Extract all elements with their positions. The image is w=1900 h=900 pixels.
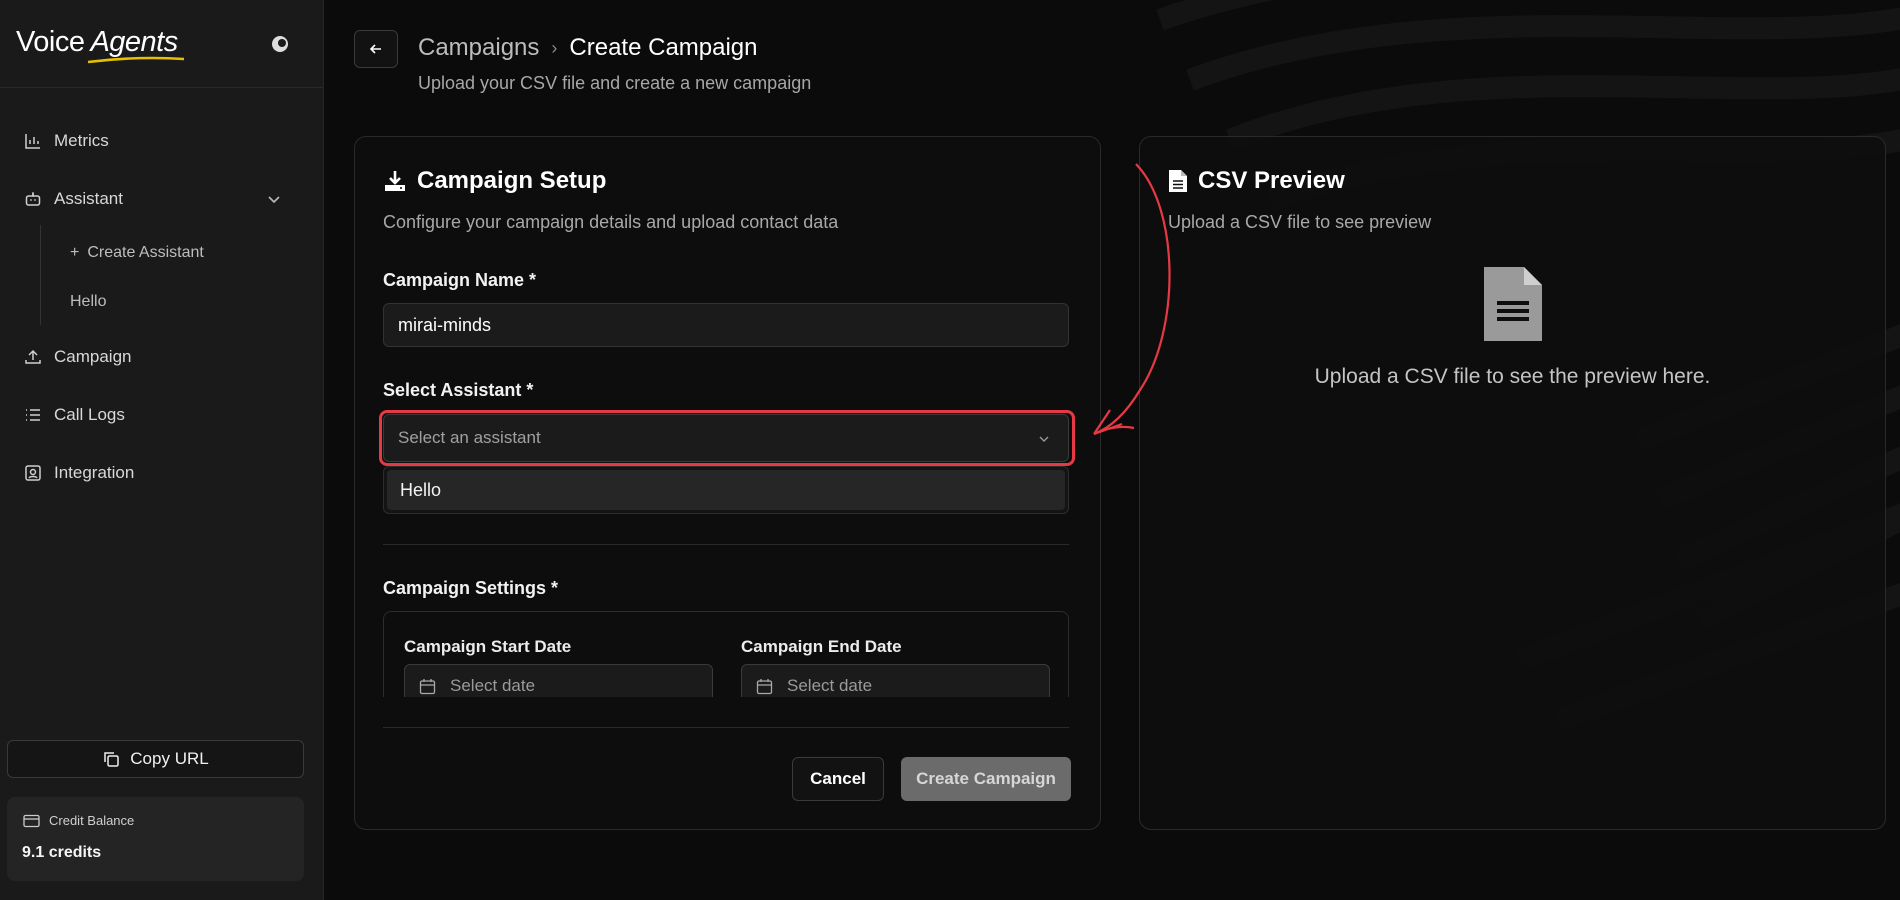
- assistant-select-placeholder: Select an assistant: [398, 428, 541, 447]
- campaign-setup-card: Campaign Setup Configure your campaign d…: [354, 136, 1101, 830]
- csv-preview-card: CSV Preview Upload a CSV file to see pre…: [1139, 136, 1886, 830]
- campaign-setup-description: Configure your campaign details and uplo…: [383, 212, 839, 232]
- start-date-label: Campaign Start Date: [404, 637, 572, 656]
- footer-divider: [383, 727, 1069, 728]
- sidebar-item-call-logs[interactable]: Call Logs: [24, 400, 125, 430]
- assistant-option-hello[interactable]: Hello: [387, 470, 1065, 510]
- back-button[interactable]: [354, 30, 398, 68]
- sidebar-item-label: Metrics: [54, 131, 109, 150]
- calendar-icon: [756, 678, 773, 694]
- sidebar-subitem-label: Create Assistant: [87, 244, 204, 261]
- assistant-dropdown: Hello: [383, 466, 1069, 514]
- end-date-picker[interactable]: Select date: [741, 664, 1050, 697]
- sidebar-subitem-hello[interactable]: Hello: [70, 293, 106, 311]
- logo-underline-icon: [88, 56, 185, 64]
- sidebar-item-integration[interactable]: Integration: [24, 458, 134, 488]
- breadcrumb-campaigns[interactable]: Campaigns: [418, 34, 539, 62]
- file-document-icon: [1483, 267, 1542, 341]
- campaign-name-input[interactable]: [383, 303, 1069, 347]
- section-divider: [383, 544, 1069, 545]
- logo-word-agents-text: Agents: [90, 26, 178, 58]
- copy-url-button[interactable]: Copy URL: [7, 740, 304, 778]
- main-content: Campaigns › Create Campaign Upload your …: [325, 0, 1900, 900]
- campaign-name-label: Campaign Name *: [383, 270, 537, 290]
- campaign-setup-title: Campaign Setup: [383, 167, 606, 195]
- page-subtitle: Upload your CSV file and create a new ca…: [418, 73, 812, 93]
- start-date-placeholder: Select date: [450, 676, 536, 695]
- page-title: Create Campaign: [569, 34, 758, 61]
- create-campaign-button[interactable]: Create Campaign: [901, 757, 1071, 801]
- sidebar-header: Voice Agents: [0, 0, 323, 88]
- csv-preview-empty-message: Upload a CSV file to see the preview her…: [1314, 365, 1711, 388]
- assistant-select[interactable]: Select an assistant: [383, 414, 1069, 462]
- chevron-down-icon[interactable]: [266, 191, 282, 207]
- start-date-picker[interactable]: Select date: [404, 664, 713, 697]
- copy-url-label: Copy URL: [130, 749, 209, 768]
- chevron-down-icon: [1039, 436, 1049, 442]
- credit-balance-label: Credit Balance: [49, 813, 135, 828]
- sidebar-item-label: Assistant: [54, 189, 123, 208]
- breadcrumb-separator: ›: [551, 37, 558, 58]
- sidebar-item-metrics[interactable]: Metrics: [24, 126, 109, 156]
- breadcrumb: Campaigns › Create Campaign: [418, 34, 758, 62]
- bot-icon: [25, 192, 41, 206]
- sidebar-item-label: Integration: [54, 463, 135, 482]
- sidebar-item-label: Campaign: [54, 347, 132, 366]
- credit-balance-card: Credit Balance 9.1 credits: [7, 797, 304, 881]
- csv-preview-empty-state: Upload a CSV file to see the preview her…: [1140, 265, 1885, 389]
- campaign-setup-title-text: Campaign Setup: [417, 167, 607, 194]
- logo-word-agents: Agents: [88, 26, 185, 64]
- list-icon: [26, 409, 40, 421]
- sidebar-subitem-create-assistant[interactable]: + Create Assistant: [70, 244, 204, 262]
- sidebar-subitem-label: Hello: [70, 293, 107, 310]
- calendar-icon: [419, 678, 436, 694]
- upload-icon: [25, 349, 41, 364]
- sidebar-item-assistant[interactable]: Assistant: [24, 184, 123, 214]
- file-text-icon: [1169, 170, 1187, 192]
- theme-toggle-icon[interactable]: [270, 34, 290, 54]
- copy-icon: [104, 752, 120, 767]
- app-logo[interactable]: Voice Agents: [16, 26, 185, 64]
- download-icon: [385, 171, 405, 191]
- credit-card-icon: [23, 814, 40, 827]
- plus-icon: +: [70, 244, 80, 261]
- assistant-subtree-line: [40, 225, 41, 325]
- sidebar: Voice Agents Metrics Assistant + Create A…: [0, 0, 324, 900]
- select-assistant-label: Select Assistant *: [383, 380, 534, 400]
- sidebar-item-label: Call Logs: [54, 405, 125, 424]
- integration-icon: [25, 465, 41, 481]
- logo-word-voice: Voice: [16, 26, 85, 58]
- bar-chart-icon: [25, 134, 40, 149]
- csv-preview-title: CSV Preview: [1168, 167, 1345, 195]
- sidebar-item-campaign[interactable]: Campaign: [24, 342, 132, 372]
- csv-preview-description: Upload a CSV file to see preview: [1168, 212, 1432, 232]
- campaign-settings-label: Campaign Settings *: [383, 578, 559, 598]
- credit-balance-value: 9.1 credits: [22, 844, 102, 861]
- cancel-button[interactable]: Cancel: [792, 757, 884, 801]
- credit-balance-header: Credit Balance: [23, 813, 134, 828]
- campaign-settings-box: Campaign Start Date Select date Campaign…: [383, 611, 1069, 697]
- csv-preview-title-text: CSV Preview: [1198, 167, 1345, 194]
- end-date-placeholder: Select date: [787, 676, 873, 695]
- arrow-left-icon: [369, 44, 381, 54]
- end-date-label: Campaign End Date: [741, 637, 902, 656]
